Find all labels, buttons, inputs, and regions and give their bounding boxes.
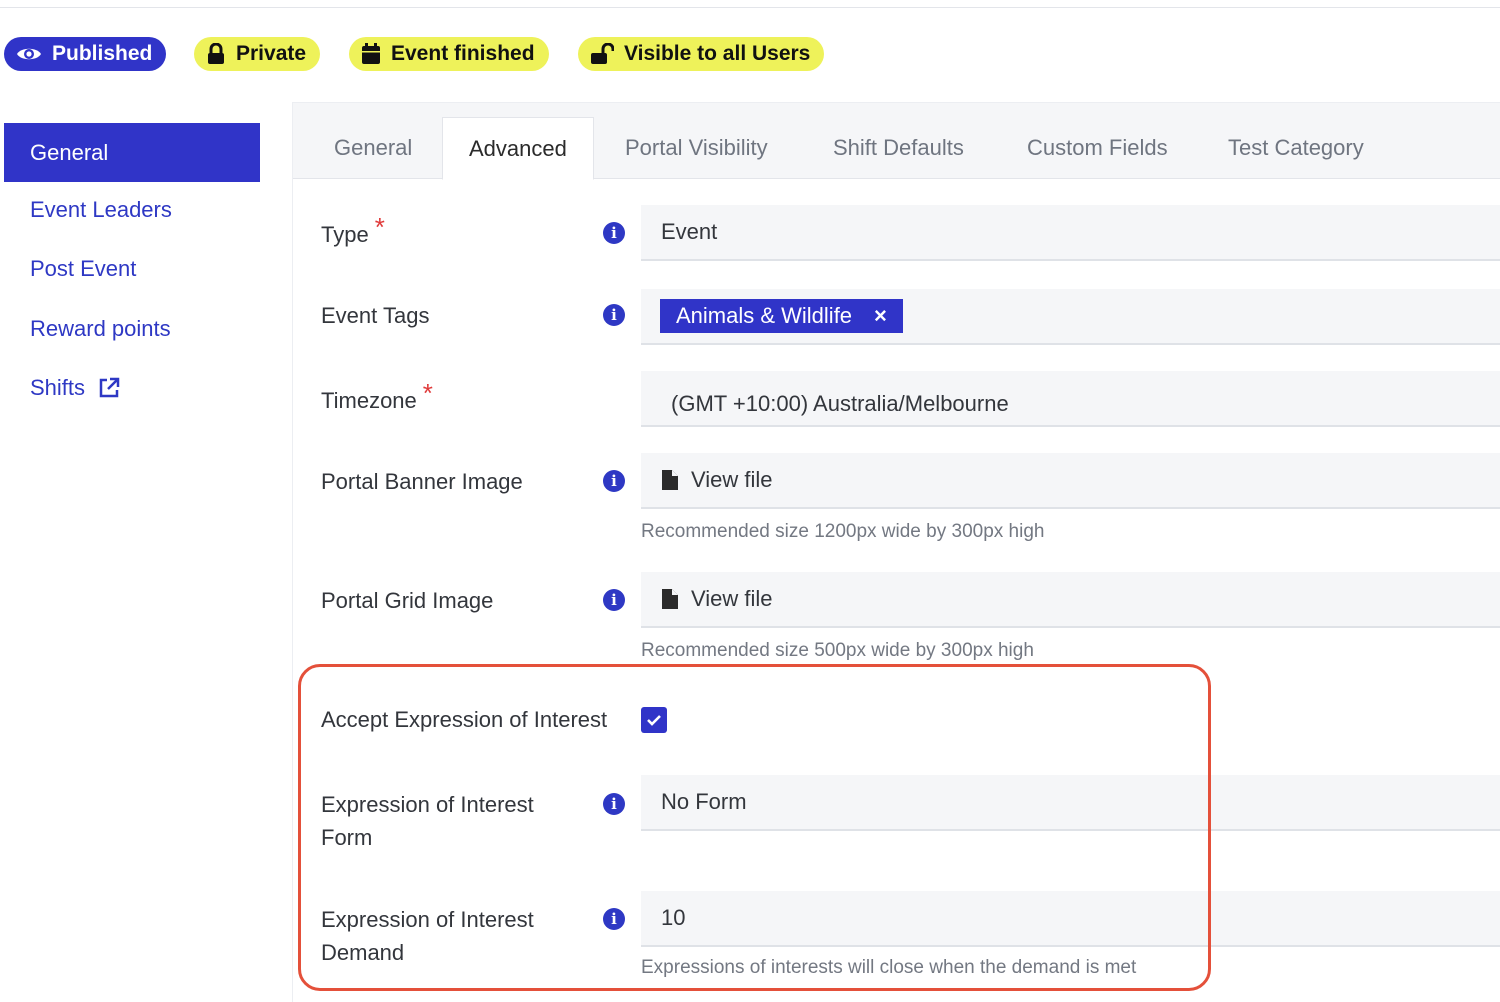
tab-custom-fields[interactable]: Custom Fields <box>1027 103 1168 179</box>
tag-label: Animals & Wildlife <box>676 303 853 328</box>
event-tags-label: Event Tags <box>321 303 430 328</box>
lock-icon <box>206 43 226 65</box>
badge-event-finished: Event finished <box>349 37 549 71</box>
badge-visible-all-users: Visible to all Users <box>578 37 825 71</box>
view-file-link[interactable]: View file <box>691 467 773 493</box>
info-icon[interactable]: i <box>603 304 625 326</box>
tab-label: Portal Visibility <box>625 135 768 160</box>
sidebar-item-shifts[interactable]: Shifts <box>30 375 121 401</box>
sidebar-item-label: Event Leaders <box>30 197 172 222</box>
highlight-box <box>298 664 1211 991</box>
tab-portal-visibility[interactable]: Portal Visibility <box>625 103 768 179</box>
tab-shift-defaults[interactable]: Shift Defaults <box>833 103 964 179</box>
portal-banner-help: Recommended size 1200px wide by 300px hi… <box>641 521 1045 542</box>
unlock-icon <box>590 43 614 65</box>
info-icon[interactable]: i <box>603 470 625 492</box>
file-icon <box>661 588 679 610</box>
sidebar-item-post-event[interactable]: Post Event <box>30 256 136 282</box>
badge-event-finished-label: Event finished <box>391 42 535 65</box>
portal-banner-label: Portal Banner Image <box>321 469 523 494</box>
portal-banner-field[interactable]: View file <box>641 453 1500 509</box>
tab-general[interactable]: General <box>334 103 412 179</box>
badge-private: Private <box>194 37 321 71</box>
view-file-link[interactable]: View file <box>691 586 773 612</box>
calendar-icon <box>361 43 381 65</box>
sidebar-item-reward-points[interactable]: Reward points <box>30 316 171 342</box>
top-divider <box>0 7 1500 8</box>
tab-label: General <box>334 135 413 160</box>
tab-bar: General Advanced Portal Visibility Shift… <box>293 103 1500 180</box>
file-icon <box>661 469 679 491</box>
info-icon[interactable]: i <box>603 589 625 611</box>
tab-label: Shift Defaults <box>833 135 964 160</box>
sidebar-item-label: Reward points <box>30 316 171 341</box>
timezone-select[interactable]: (GMT +10:00) Australia/Melbourne <box>641 371 1500 427</box>
type-label-text: Type <box>321 222 369 247</box>
badge-published-label: Published <box>52 42 153 65</box>
tag-remove-icon[interactable]: × <box>874 303 887 329</box>
sidebar-item-event-leaders[interactable]: Event Leaders <box>30 197 172 223</box>
timezone-value: (GMT +10:00) Australia/Melbourne <box>671 391 1009 416</box>
event-tags-field[interactable]: Animals & Wildlife × <box>641 289 1500 345</box>
sidebar-item-general[interactable]: General <box>4 123 260 182</box>
tag-chip: Animals & Wildlife × <box>660 299 903 333</box>
required-marker: * <box>374 212 385 242</box>
badge-published: Published <box>4 37 167 71</box>
eye-icon <box>16 45 42 63</box>
sidebar-item-label: Post Event <box>30 256 137 281</box>
portal-grid-field[interactable]: View file <box>641 572 1500 628</box>
info-icon[interactable]: i <box>603 222 625 244</box>
tab-label: Test Category <box>1228 135 1364 160</box>
tab-advanced[interactable]: Advanced <box>442 117 594 180</box>
sidebar-item-label: General <box>30 139 109 165</box>
sidebar-item-label: Shifts <box>30 375 86 400</box>
portal-grid-help: Recommended size 500px wide by 300px hig… <box>641 640 1034 661</box>
timezone-label: Timezone * <box>321 378 433 417</box>
type-label: Type * <box>321 212 385 251</box>
portal-grid-label: Portal Grid Image <box>321 588 494 613</box>
badge-private-label: Private <box>236 42 307 65</box>
required-marker: * <box>422 378 433 408</box>
tab-test-category[interactable]: Test Category <box>1228 103 1364 179</box>
type-field[interactable]: Event <box>641 205 1500 261</box>
type-value: Event <box>661 219 718 244</box>
tab-label: Advanced <box>469 135 567 161</box>
tab-label: Custom Fields <box>1027 135 1168 160</box>
external-link-icon <box>97 376 121 400</box>
timezone-label-text: Timezone <box>321 388 417 413</box>
sidebar <box>0 102 292 1002</box>
badge-visible-all-users-label: Visible to all Users <box>624 42 811 65</box>
